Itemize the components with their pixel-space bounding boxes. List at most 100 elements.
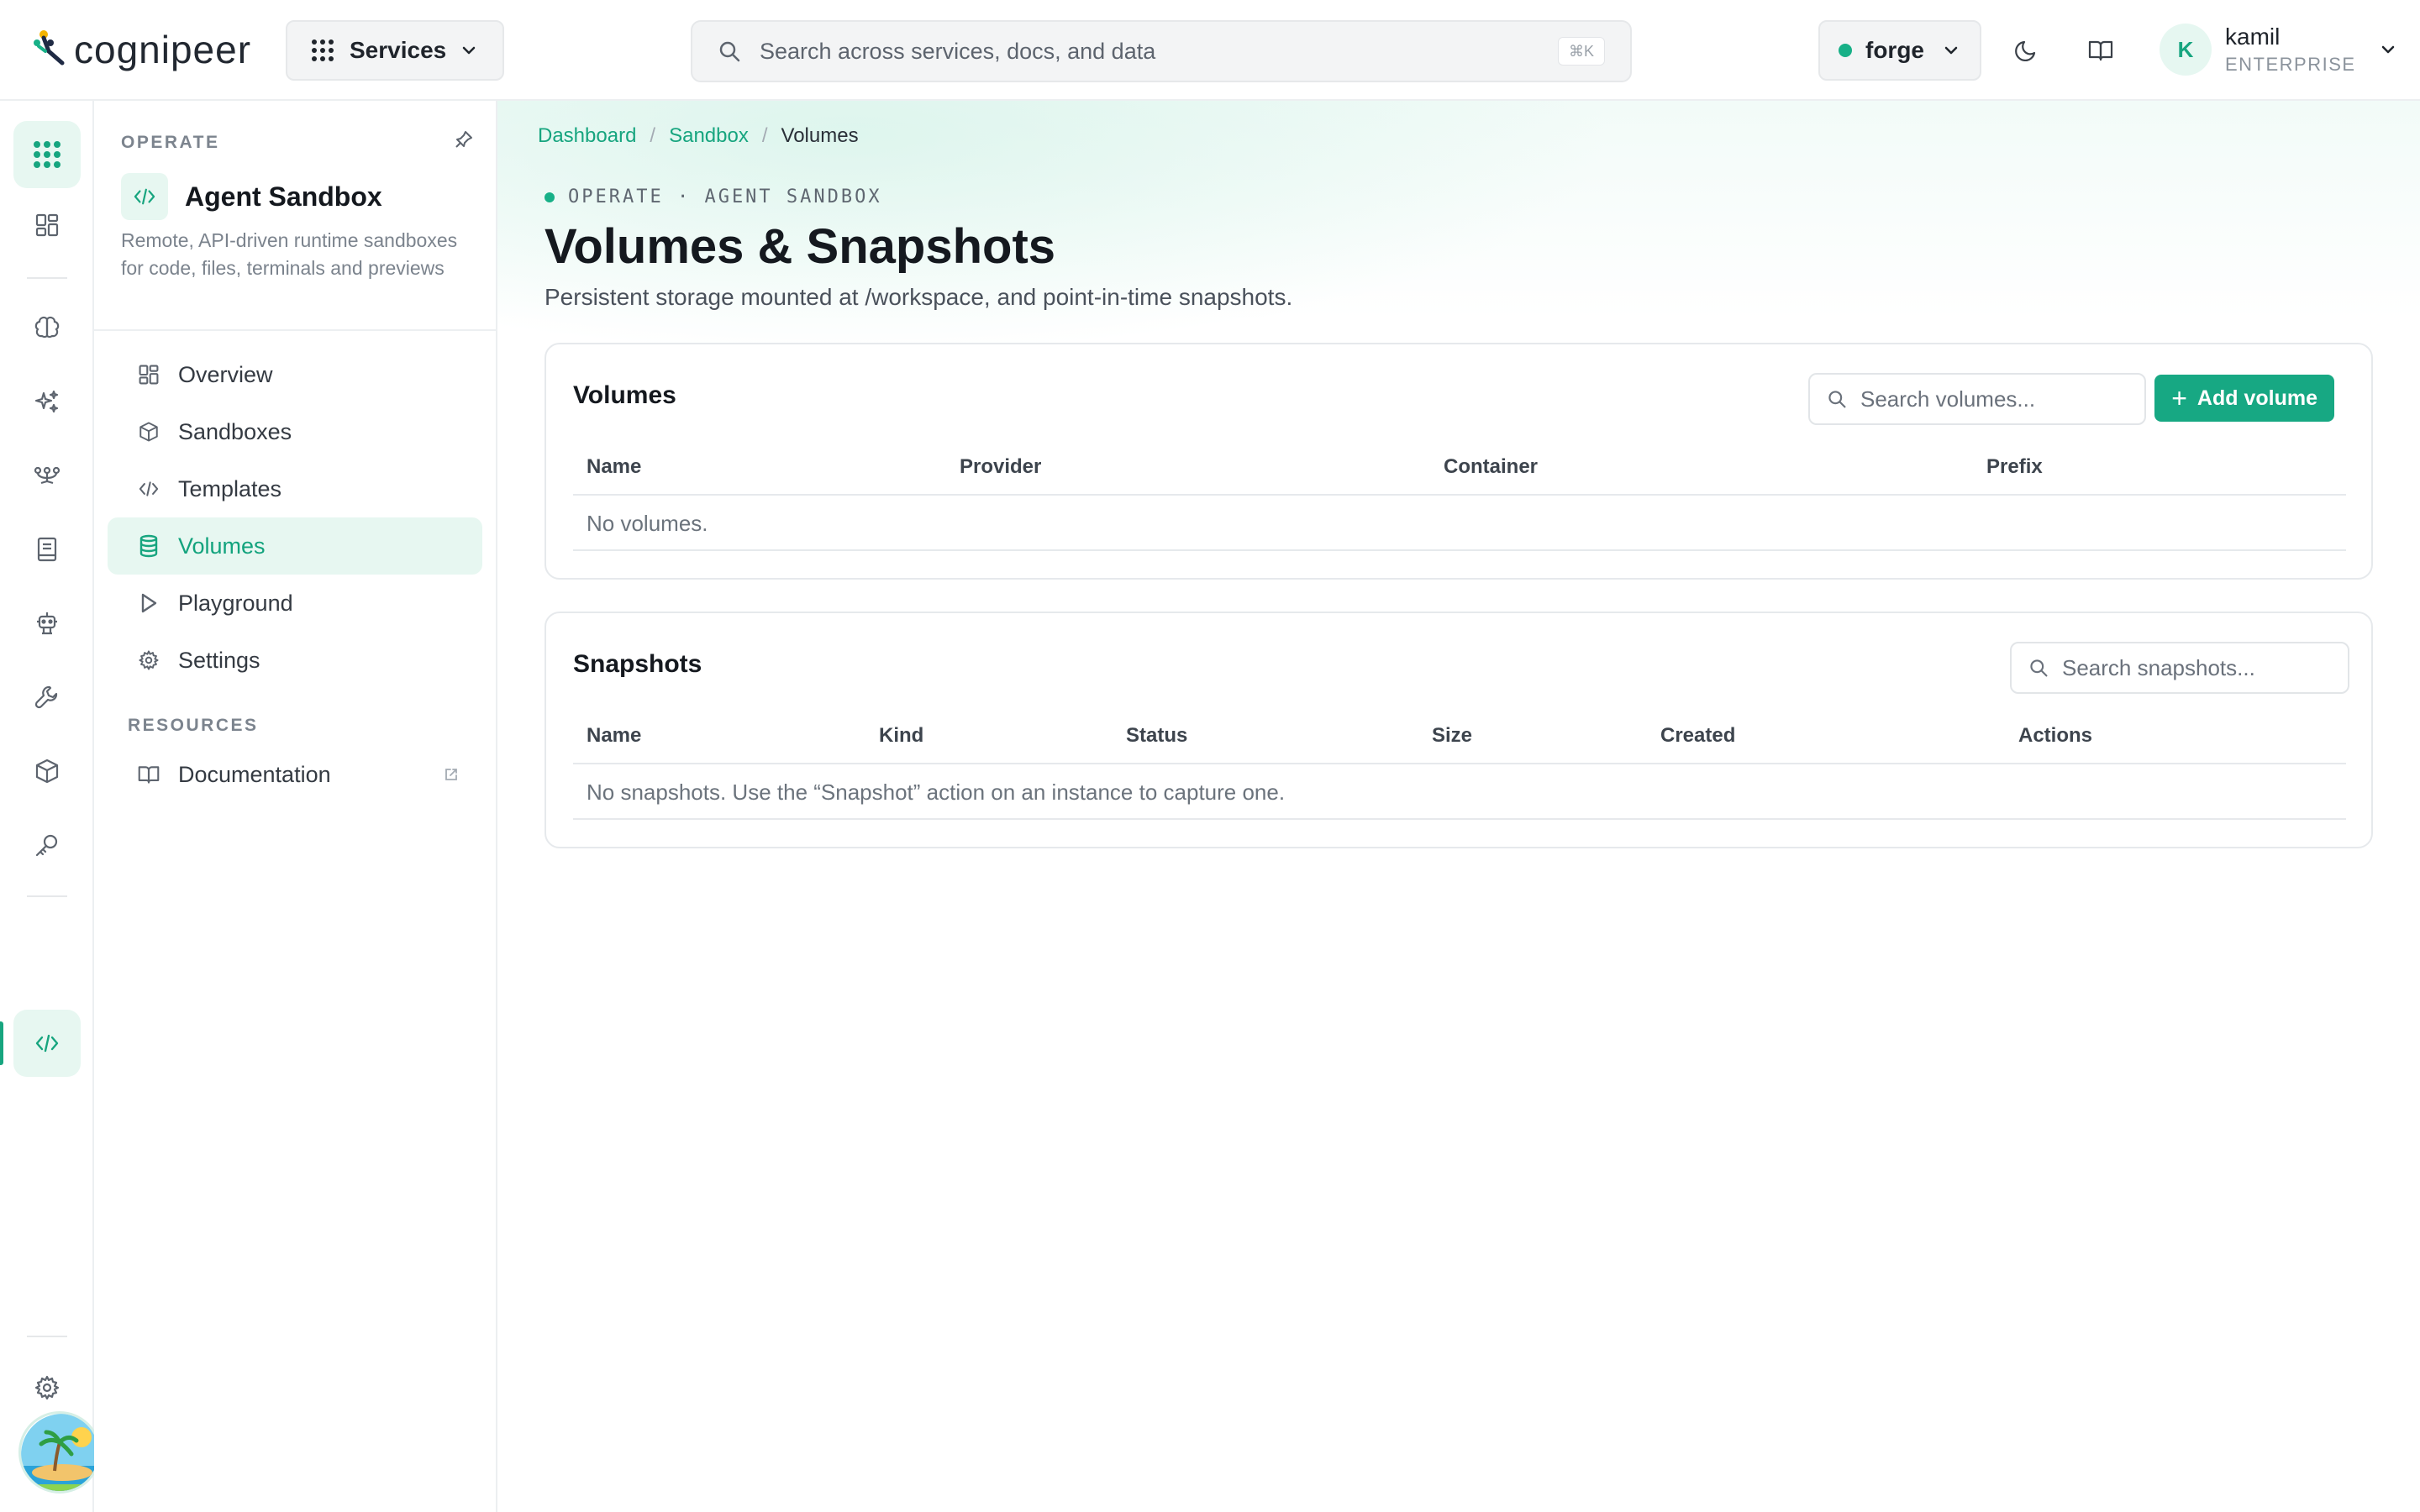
rail-agents[interactable] [13,590,81,657]
column-container[interactable]: Container [1444,455,1538,479]
column-provider[interactable]: Provider [960,455,1041,479]
page-eyebrow: OPERATE · AGENT SANDBOX [544,186,882,207]
search-icon [2028,658,2049,678]
sidebar-item-label: Playground [178,590,293,616]
breadcrumb-sandbox[interactable]: Sandbox [669,124,749,148]
sidebar-title-row: Agent Sandbox [121,173,382,220]
user-name: kamil [2225,24,2281,50]
logo-mark-icon [34,26,71,73]
flow-icon [33,463,61,488]
play-icon [136,592,161,614]
table-row: No volumes. [573,496,2346,551]
chevron-down-icon [2380,41,2396,58]
workspace-status-dot [1839,44,1852,57]
rail-ai[interactable] [13,368,81,435]
column-kind[interactable]: Kind [879,724,923,748]
rail-apps[interactable] [13,121,81,188]
sidebar-item-templates[interactable]: Templates [108,460,482,517]
icon-rail [0,101,101,1512]
avatar: K [2160,24,2212,76]
rail-settings[interactable] [13,1354,81,1421]
external-link-icon [439,767,464,782]
workspace-switcher[interactable]: forge [1818,20,1981,81]
rail-packages[interactable] [13,738,81,805]
volumes-title: Volumes [573,381,676,409]
sparkles-icon [34,388,60,415]
book-open-icon [136,764,161,785]
top-bar: cognipeer Services ⌘K forge [0,0,2420,101]
sidebar-item-settings[interactable]: Settings [108,632,482,689]
user-avatar-island[interactable] [18,1411,101,1494]
breadcrumb-dashboard[interactable]: Dashboard [538,124,636,148]
add-volume-button[interactable]: + Add volume [2154,375,2334,422]
rail-brain[interactable] [13,294,81,361]
database-icon [136,534,161,558]
column-actions: Actions [2018,724,2093,747]
volumes-search[interactable] [1808,373,2146,425]
column-prefix[interactable]: Prefix [1986,455,2043,479]
sidebar-item-sandboxes[interactable]: Sandboxes [108,403,482,460]
global-search-input[interactable] [760,38,1516,65]
rail-active-indicator [0,1021,3,1065]
sidebar-divider [94,329,497,331]
volumes-search-input[interactable] [1860,386,2129,412]
snapshots-search[interactable] [2010,642,2349,694]
empty-state-text: No snapshots. Use the “Snapshot” action … [587,780,1286,805]
rail-keys[interactable] [13,811,81,879]
sidebar-item-label: Volumes [178,533,266,559]
rail-sandbox[interactable] [13,1010,81,1077]
resources-nav: Documentation [108,746,482,803]
page-subtitle: Persistent storage mounted at /workspace… [544,284,1293,310]
rail-flows[interactable] [13,442,81,509]
book-open-icon [2087,38,2114,63]
snapshots-card: Snapshots Name Kind Status Size Created … [544,612,2373,848]
user-menu[interactable]: K kamil ENTERPRISE [2160,22,2396,77]
sidebar-description: Remote, API-driven runtime sandboxes for… [121,229,458,279]
sidebar-item-documentation[interactable]: Documentation [108,746,482,803]
user-info: kamil ENTERPRISE [2225,24,2356,76]
volumes-table: Name Provider Container Prefix No volume… [573,442,2346,551]
chevron-down-icon [1943,42,1960,59]
column-name[interactable]: Name [587,455,641,479]
column-size[interactable]: Size [1432,724,1472,748]
gear-icon [34,1374,60,1401]
sidebar-item-volumes[interactable]: Volumes [108,517,482,575]
eyebrow-dot [544,192,555,202]
rail-knowledge[interactable] [13,516,81,583]
search-shortcut-badge: ⌘K [1557,37,1605,66]
workspace-name: forge [1865,37,1924,63]
docs-button[interactable] [2084,34,2118,67]
dashboard-icon [34,213,60,238]
column-name[interactable]: Name [587,724,641,748]
main-content: Dashboard / Sandbox / Volumes OPERATE · … [497,101,2420,1512]
breadcrumb-separator: / [650,124,656,147]
robot-icon [34,610,60,637]
rail-tools[interactable] [13,664,81,731]
sidebar-item-overview[interactable]: Overview [108,346,482,403]
rail-dashboard[interactable] [13,192,81,259]
column-created[interactable]: Created [1660,724,1735,748]
column-status[interactable]: Status [1126,724,1187,748]
table-row: No snapshots. Use the “Snapshot” action … [573,764,2346,820]
code-icon [34,1032,60,1054]
apps-grid-icon [33,140,61,169]
theme-toggle-button[interactable] [2010,34,2044,67]
sidebar-item-label: Settings [178,647,260,673]
sidebar-nav: Overview Sandboxes Templates Volumes Pla… [108,346,482,689]
sidebar-item-playground[interactable]: Playground [108,575,482,632]
logo[interactable]: cognipeer [34,22,251,77]
pin-icon[interactable] [454,129,474,150]
chevron-down-icon [460,42,477,59]
global-search[interactable]: ⌘K [691,20,1632,82]
page-title: Volumes & Snapshots [544,219,1056,274]
services-button[interactable]: Services [286,20,504,81]
services-label: Services [350,37,447,63]
key-icon [34,832,60,858]
dashboard-icon [136,364,161,386]
apps-grid-icon [311,39,334,62]
snapshots-search-input[interactable] [2062,654,2331,681]
plus-icon: + [2171,383,2187,413]
table-header: Name Provider Container Prefix [573,442,2346,496]
empty-state-text: No volumes. [587,511,708,536]
sidebar-title: Agent Sandbox [185,181,382,212]
